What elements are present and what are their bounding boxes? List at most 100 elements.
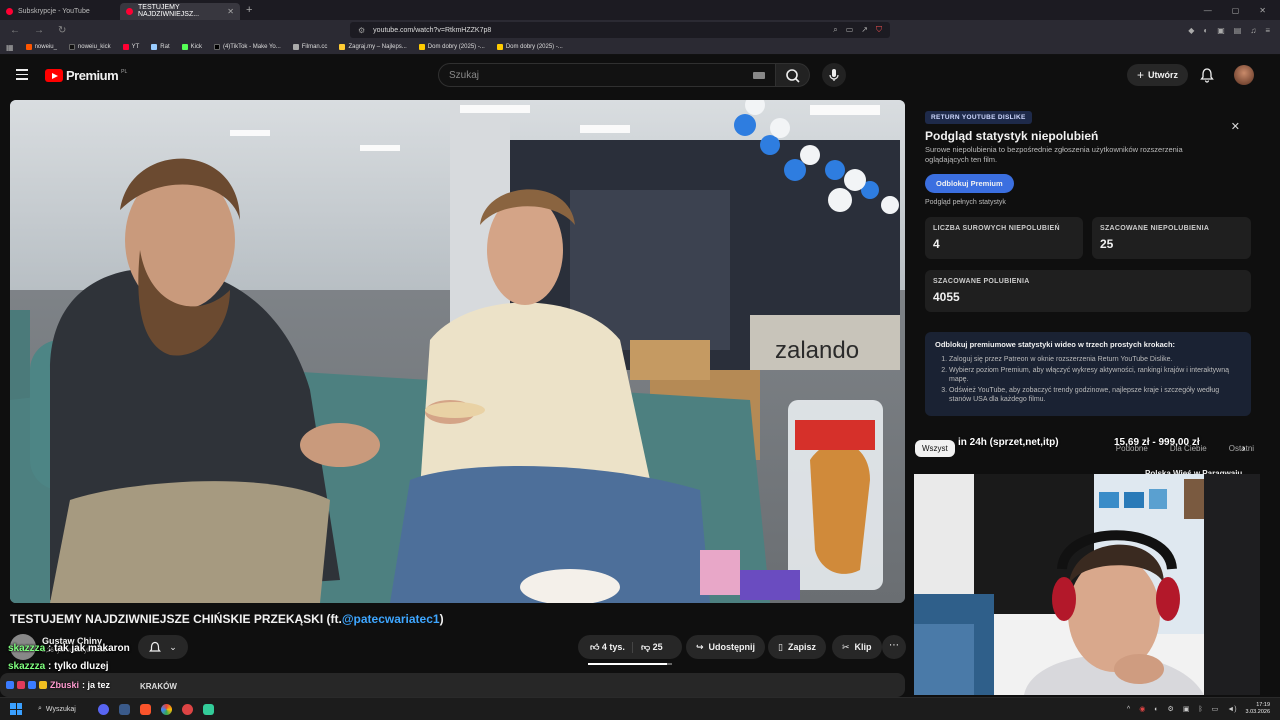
menu-icon[interactable]: ≡	[1265, 26, 1270, 35]
close-icon[interactable]: ✕	[1231, 120, 1240, 133]
windows-taskbar: ⌕ Wyszukaj ^ ◉ ◐ ⚙ ▣ ᛒ ▭ ◄) 17:19 3.03.20…	[0, 697, 1280, 720]
stat-label: LICZBA SUROWYCH NIEPOLUBIEŃ	[933, 225, 1060, 232]
chrome-icon[interactable]	[160, 703, 172, 715]
bookmark[interactable]: noweiu_kick	[68, 44, 111, 50]
extension-icon[interactable]: ◐	[1203, 26, 1208, 35]
like-button[interactable]: 👍︎ 4 tys.	[578, 641, 633, 653]
windows-start-icon[interactable]	[10, 703, 22, 715]
apps-icon[interactable]: ▦	[6, 43, 14, 52]
obs-icon[interactable]	[181, 703, 193, 715]
zoom-icon[interactable]: ⌕	[833, 25, 837, 35]
youtube-header: Premium PL Szukaj + Utwórz	[0, 56, 1280, 96]
bookmark[interactable]: Dom dobry (2025) -...	[496, 44, 563, 50]
youtube-logo[interactable]: Premium PL	[45, 68, 127, 83]
tab-video[interactable]: TESTUJEMY NAJDZIWNIEJSZ... ✕	[120, 2, 240, 20]
step-item: Odśwież YouTube, aby zobaczyć trendy god…	[949, 386, 1241, 404]
badge-icon	[28, 681, 36, 689]
subscription-bell-button[interactable]: ⌄	[138, 635, 188, 659]
extensions: ◆ ◐ ▣ ▤ ♫ ≡	[1188, 26, 1280, 35]
title-mention-link[interactable]: @patecwariatec1	[342, 612, 440, 626]
extension-icon[interactable]: ▣	[1217, 26, 1225, 35]
bookmark[interactable]: Filman.cc	[292, 44, 327, 50]
save-label: Zapisz	[787, 642, 816, 652]
microphone-icon	[829, 69, 839, 81]
bookmark[interactable]: (4)TikTok - Make Yo...	[213, 44, 281, 50]
url-tools: ⌕ ▭ ↗ ⛉	[833, 25, 882, 35]
network-icon[interactable]: ▭	[1212, 705, 1219, 713]
bookmark[interactable]: Rat	[151, 44, 170, 50]
ryd-panel: RETURN YOUTUBE DISLIKE ✕ Podgląd statyst…	[915, 101, 1260, 429]
address-bar[interactable]: ⚙ youtube.com/watch?v=RtkmHZZK7p8 ⌕ ▭ ↗ …	[350, 22, 890, 38]
site-info-icon[interactable]: ⚙	[358, 26, 365, 35]
chat-message: Zbuski : ja tez	[6, 680, 110, 690]
description-box[interactable]: KRAKÓW	[0, 673, 905, 697]
tab-subscriptions[interactable]: Subskrypcje - YouTube	[0, 3, 120, 20]
extension-icon[interactable]: ▤	[1234, 26, 1242, 35]
bookmark-label: (4)TikTok - Make Yo...	[222, 44, 281, 50]
channel-action-row: Gustaw Chiny 2,26 tys. subskrybentów ⌄ 👍…	[10, 634, 906, 665]
tray-app-icon[interactable]: ◐	[1154, 706, 1158, 713]
taskbar-search[interactable]: ⌕ Wyszukaj	[38, 705, 76, 713]
create-button[interactable]: + Utwórz	[1127, 64, 1189, 86]
clip-button[interactable]: ✂ Klip	[832, 635, 882, 659]
bookmark[interactable]: YT	[122, 44, 139, 50]
bluetooth-icon[interactable]: ᛒ	[1198, 706, 1202, 713]
extension-icon[interactable]: ♫	[1250, 26, 1256, 35]
pip-icon[interactable]: ▭	[846, 25, 854, 35]
search-input[interactable]: Szukaj	[438, 63, 776, 87]
app-icon[interactable]	[202, 703, 214, 715]
bookmark[interactable]: Zagraj.my – Najleps...	[339, 44, 407, 50]
taskbar-clock[interactable]: 17:19 3.03.2026	[1246, 702, 1270, 716]
account-avatar[interactable]	[1234, 65, 1254, 85]
bookmark[interactable]: noweiu_	[25, 44, 57, 50]
clock-date: 3.03.2026	[1245, 709, 1270, 715]
extension-icon[interactable]: ◆	[1188, 26, 1194, 35]
share-button[interactable]: ↪ Udostępnij	[686, 635, 766, 659]
maximize-icon[interactable]: ▢	[1232, 6, 1240, 15]
tab-close-icon[interactable]: ✕	[227, 7, 234, 16]
chevron-down-icon: ⌄	[169, 641, 177, 652]
bookmark-label: Kick	[190, 44, 202, 50]
discord-icon[interactable]	[97, 703, 109, 715]
volume-icon[interactable]: ◄)	[1227, 706, 1236, 713]
unlock-premium-button[interactable]: Odblokuj Premium	[925, 174, 1014, 193]
browser-toolbar: ← → ↻ ▯ ⚙ youtube.com/watch?v=RtkmHZZK7p…	[0, 20, 1280, 40]
forward-icon[interactable]: →	[34, 25, 44, 36]
tray-app-icon[interactable]: ◉	[1139, 705, 1145, 713]
share-icon[interactable]: ↗	[861, 25, 868, 35]
chat-user: Zbuski	[50, 680, 80, 690]
more-actions-button[interactable]: ⋯	[882, 635, 906, 659]
close-window-icon[interactable]: ✕	[1259, 6, 1266, 15]
app-icon[interactable]	[118, 703, 130, 715]
save-button[interactable]: ▯ Zapisz	[768, 635, 826, 659]
video-player[interactable]: zalando	[10, 100, 905, 603]
search-icon	[786, 69, 800, 83]
tray-app-icon[interactable]: ▣	[1183, 705, 1190, 713]
youtube-play-icon	[45, 69, 63, 82]
brave-icon[interactable]	[139, 703, 151, 715]
notifications-bell-icon[interactable]	[1200, 67, 1214, 83]
chip-all[interactable]: Wszyst	[915, 439, 955, 457]
title-end: )	[439, 612, 444, 626]
tray-app-icon[interactable]: ⚙	[1168, 705, 1174, 713]
back-icon[interactable]: ←	[10, 25, 20, 36]
keyboard-icon[interactable]	[753, 71, 765, 79]
search-button[interactable]	[776, 63, 810, 87]
ryd-subtitle: Surowe niepolubienia to bezpośrednie zgł…	[925, 145, 1183, 164]
tab-label: Subskrypcje - YouTube	[18, 7, 90, 15]
dislike-button[interactable]: 👎︎ 25	[633, 642, 663, 653]
menu-hamburger-icon[interactable]	[16, 69, 28, 80]
bookmark[interactable]: Dom dobry (2025) -...	[418, 44, 485, 50]
dislike-count: 25	[652, 641, 663, 652]
voice-search-button[interactable]	[822, 63, 846, 87]
video-title: TESTUJEMY NAJDZIWNIEJSZE CHIŃSKIE PRZEKĄ…	[10, 612, 444, 626]
reload-icon[interactable]: ↻	[58, 25, 66, 36]
new-tab-icon[interactable]: +	[246, 4, 252, 16]
bookmark-label: noweiu_	[34, 44, 57, 50]
minimize-icon[interactable]: —	[1204, 6, 1212, 15]
step-item: Wybierz poziom Premium, aby włączyć wykr…	[949, 366, 1241, 384]
chevron-right-icon[interactable]: ›	[1242, 443, 1245, 454]
bookmark[interactable]: Kick	[181, 44, 202, 50]
tray-chevron-icon[interactable]: ^	[1127, 706, 1130, 713]
brave-shield-icon[interactable]: ⛉	[876, 25, 882, 35]
